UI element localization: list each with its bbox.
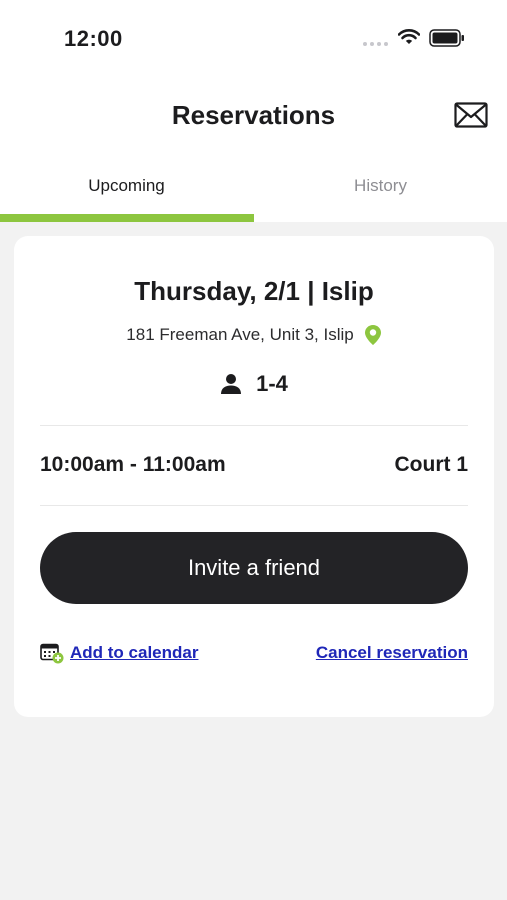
mail-icon[interactable] bbox=[454, 102, 488, 128]
add-to-calendar-row[interactable]: Add to calendar bbox=[40, 642, 198, 664]
page-title: Reservations bbox=[171, 100, 336, 130]
reservation-card: Thursday, 2/1 | Islip 181 Freeman Ave, U… bbox=[14, 236, 494, 717]
location-pin-icon[interactable] bbox=[364, 324, 382, 346]
app-header: 12:00 Reservations Upcoming History bbox=[0, 0, 507, 222]
tab-upcoming[interactable]: Upcoming bbox=[0, 176, 253, 196]
players-count: 1-4 bbox=[256, 371, 288, 396]
cancel-reservation-link[interactable]: Cancel reservation bbox=[316, 643, 468, 663]
divider bbox=[40, 505, 468, 506]
wifi-icon bbox=[398, 29, 420, 44]
battery-icon bbox=[429, 29, 464, 47]
address-text: 181 Freeman Ave, Unit 3, Islip bbox=[126, 325, 354, 344]
status-bar-time: 12:00 bbox=[64, 26, 123, 51]
court-label: Court 1 bbox=[394, 453, 469, 476]
reservation-date-location: Thursday, 2/1 | Islip bbox=[134, 276, 374, 306]
time-range: 10:00am - 11:00am bbox=[40, 453, 226, 476]
tab-history[interactable]: History bbox=[254, 176, 507, 196]
active-tab-indicator bbox=[0, 214, 254, 222]
players-row: 1-4 bbox=[14, 371, 494, 397]
calendar-add-icon[interactable] bbox=[40, 642, 64, 664]
invite-friend-button[interactable]: Invite a friend bbox=[40, 532, 468, 604]
add-to-calendar-link[interactable]: Add to calendar bbox=[70, 643, 198, 663]
person-icon bbox=[221, 374, 242, 394]
cellular-signal-icon bbox=[363, 42, 388, 46]
address-row: 181 Freeman Ave, Unit 3, Islip bbox=[14, 324, 494, 346]
divider bbox=[40, 425, 468, 426]
